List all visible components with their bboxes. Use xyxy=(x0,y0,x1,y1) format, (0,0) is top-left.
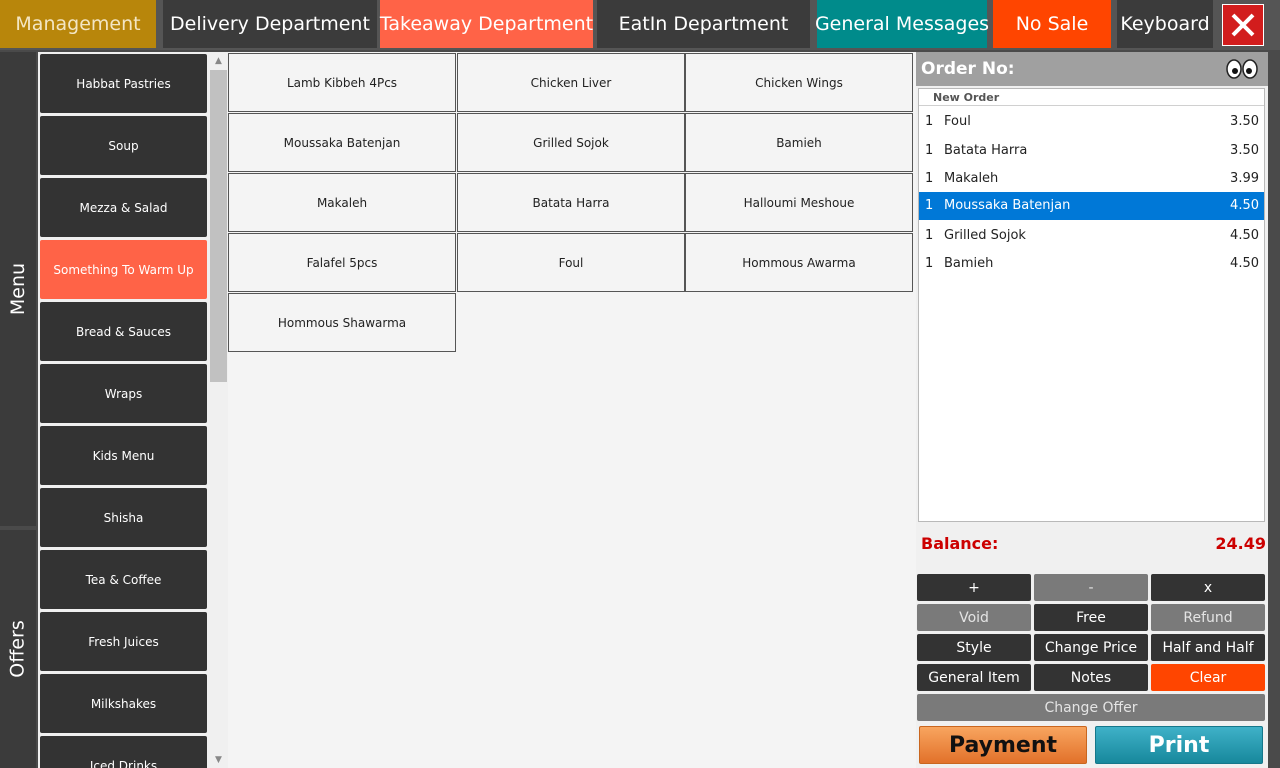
category-tea-coffee[interactable]: Tea & Coffee xyxy=(40,550,207,609)
close-icon xyxy=(1231,13,1255,37)
item-hommous-awarma[interactable]: Hommous Awarma xyxy=(685,233,913,292)
item-bamieh[interactable]: Bamieh xyxy=(685,113,913,172)
order-line-price: 3.50 xyxy=(1230,143,1259,158)
order-line-name: Moussaka Batenjan xyxy=(944,198,1071,213)
refund-button[interactable]: Refund xyxy=(1151,604,1265,631)
item-chicken-wings[interactable]: Chicken Wings xyxy=(685,53,913,112)
item-chicken-liver[interactable]: Chicken Liver xyxy=(457,53,685,112)
balance-label: Balance: xyxy=(921,534,999,553)
delivery-department-tab[interactable]: Delivery Department xyxy=(163,0,377,48)
order-line-qty: 1 xyxy=(925,198,934,213)
order-line-name: Grilled Sojok xyxy=(944,228,1026,243)
order-line-price: 4.50 xyxy=(1230,256,1259,271)
category-soup[interactable]: Soup xyxy=(40,116,207,175)
order-line-qty: 1 xyxy=(925,256,934,271)
category-kids-menu[interactable]: Kids Menu xyxy=(40,426,207,485)
management-button[interactable]: Management xyxy=(0,0,156,48)
category-list: Habbat Pastries Soup Mezza & Salad Somet… xyxy=(38,52,228,768)
order-line-qty: 1 xyxy=(925,171,934,186)
order-number-label: Order No: xyxy=(921,59,1015,79)
order-line[interactable]: 1 Grilled Sojok 4.50 xyxy=(919,222,1264,250)
category-fresh-juices[interactable]: Fresh Juices xyxy=(40,612,207,671)
general-messages-button[interactable]: General Messages xyxy=(815,0,989,48)
order-list-heading: New Order xyxy=(919,89,1264,106)
order-line-name: Batata Harra xyxy=(944,143,1028,158)
item-lamb-kibbeh[interactable]: Lamb Kibbeh 4Pcs xyxy=(228,53,456,112)
menu-tab-label: Menu xyxy=(7,262,30,316)
category-bread-sauces[interactable]: Bread & Sauces xyxy=(40,302,207,361)
style-button[interactable]: Style xyxy=(917,634,1031,661)
order-line[interactable]: 1 Batata Harra 3.50 xyxy=(919,137,1264,165)
order-line-price: 3.50 xyxy=(1230,114,1259,129)
item-halloumi-meshoue[interactable]: Halloumi Meshoue xyxy=(685,173,913,232)
order-line[interactable]: 1 Foul 3.50 xyxy=(919,108,1264,136)
top-navigation-bar: Management Delivery Department Takeaway … xyxy=(0,0,1280,50)
category-wraps[interactable]: Wraps xyxy=(40,364,207,423)
order-line-price: 4.50 xyxy=(1230,228,1259,243)
order-line-name: Bamieh xyxy=(944,256,994,271)
notes-button[interactable]: Notes xyxy=(1034,664,1148,691)
order-line-name: Makaleh xyxy=(944,171,999,186)
order-line-selected[interactable]: 1 Moussaka Batenjan 4.50 xyxy=(919,192,1264,220)
change-price-button[interactable]: Change Price xyxy=(1034,634,1148,661)
offers-tab-label: Offers xyxy=(7,620,30,678)
void-button[interactable]: Void xyxy=(917,604,1031,631)
change-offer-button[interactable]: Change Offer xyxy=(917,694,1265,721)
decrease-qty-button[interactable]: - xyxy=(1034,574,1148,601)
menu-tab[interactable]: Menu xyxy=(0,52,36,526)
category-shisha[interactable]: Shisha xyxy=(40,488,207,547)
menu-items-grid: Lamb Kibbeh 4Pcs Chicken Liver Chicken W… xyxy=(228,52,916,768)
item-foul[interactable]: Foul xyxy=(457,233,685,292)
order-line-price: 4.50 xyxy=(1230,198,1259,213)
item-batata-harra[interactable]: Batata Harra xyxy=(457,173,685,232)
scroll-up-arrow-icon[interactable]: ▲ xyxy=(210,52,227,69)
order-lines-list[interactable]: New Order 1 Foul 3.50 1 Batata Harra 3.5… xyxy=(918,88,1265,522)
category-habbat-pastries[interactable]: Habbat Pastries xyxy=(40,54,207,113)
order-line-qty: 1 xyxy=(925,143,934,158)
print-button[interactable]: Print xyxy=(1095,726,1263,764)
order-header: Order No: xyxy=(916,52,1268,86)
category-scrollbar[interactable]: ▲ ▼ xyxy=(210,52,227,768)
keyboard-button[interactable]: Keyboard xyxy=(1117,0,1213,48)
order-line-qty: 1 xyxy=(925,228,934,243)
order-panel: Order No: New Order 1 Foul 3.50 1 Batata… xyxy=(916,52,1268,768)
payment-button[interactable]: Payment xyxy=(919,726,1087,764)
balance-value: 24.49 xyxy=(1215,534,1266,553)
scroll-down-arrow-icon[interactable]: ▼ xyxy=(210,751,227,768)
category-milkshakes[interactable]: Milkshakes xyxy=(40,674,207,733)
eatin-department-tab[interactable]: EatIn Department xyxy=(597,0,810,48)
no-sale-button[interactable]: No Sale xyxy=(993,0,1111,48)
scroll-thumb[interactable] xyxy=(210,70,227,382)
category-mezza-salad[interactable]: Mezza & Salad xyxy=(40,178,207,237)
half-and-half-button[interactable]: Half and Half xyxy=(1151,634,1265,661)
increase-qty-button[interactable]: + xyxy=(917,574,1031,601)
item-makaleh[interactable]: Makaleh xyxy=(228,173,456,232)
order-line-name: Foul xyxy=(944,114,971,129)
clear-button[interactable]: Clear xyxy=(1151,664,1265,691)
item-grilled-sojok[interactable]: Grilled Sojok xyxy=(457,113,685,172)
close-button[interactable] xyxy=(1222,4,1264,46)
category-iced-drinks[interactable]: Iced Drinks xyxy=(40,736,207,768)
item-falafel[interactable]: Falafel 5pcs xyxy=(228,233,456,292)
offers-tab[interactable]: Offers xyxy=(0,530,36,768)
order-line-price: 3.99 xyxy=(1230,171,1259,186)
category-something-to-warm-up[interactable]: Something To Warm Up xyxy=(40,240,207,299)
remove-item-button[interactable]: x xyxy=(1151,574,1265,601)
takeaway-department-tab[interactable]: Takeaway Department xyxy=(380,0,593,48)
order-line-qty: 1 xyxy=(925,114,934,129)
free-button[interactable]: Free xyxy=(1034,604,1148,631)
general-item-button[interactable]: General Item xyxy=(917,664,1031,691)
order-line[interactable]: 1 Makaleh 3.99 xyxy=(919,165,1264,193)
item-hommous-shawarma[interactable]: Hommous Shawarma xyxy=(228,293,456,352)
item-moussaka-batenjan[interactable]: Moussaka Batenjan xyxy=(228,113,456,172)
eyes-icon[interactable] xyxy=(1226,59,1258,79)
order-line[interactable]: 1 Bamieh 4.50 xyxy=(919,250,1264,278)
